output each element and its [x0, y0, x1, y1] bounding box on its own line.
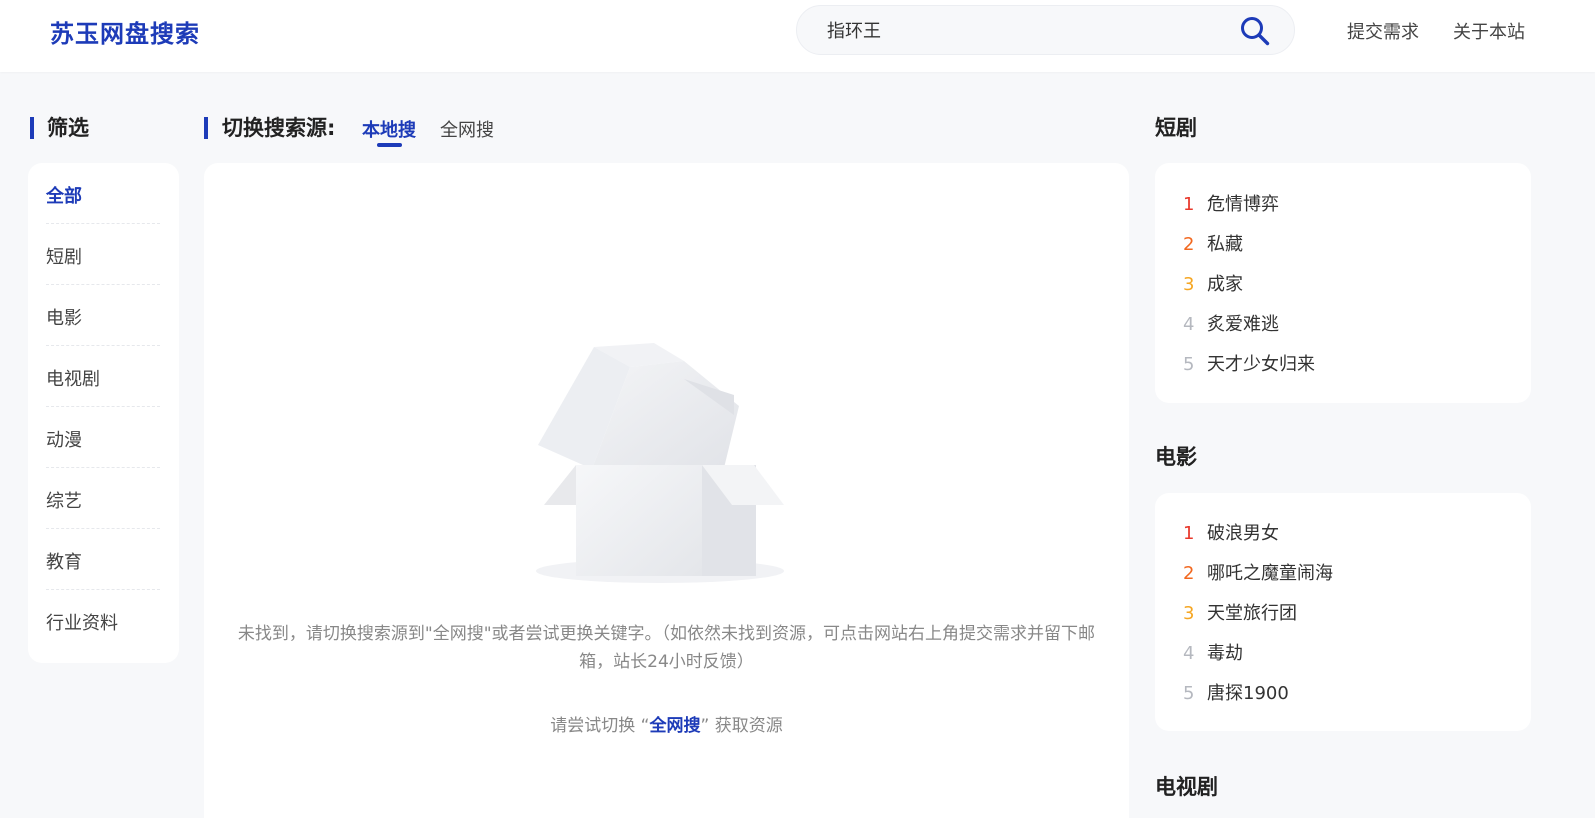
ranking-item[interactable]: 2 私藏 — [1183, 230, 1243, 256]
rank-number: 5 — [1183, 683, 1195, 704]
header: 苏玉网盘搜索 提交需求 关于本站 — [0, 0, 1595, 72]
source-title: 切换搜索源: — [222, 116, 336, 140]
search-input[interactable] — [827, 6, 1207, 54]
rank-title: 私藏 — [1207, 234, 1243, 255]
rank-number: 3 — [1183, 603, 1195, 624]
rank-number: 1 — [1183, 194, 1195, 215]
site-logo[interactable]: 苏玉网盘搜索 — [50, 14, 200, 49]
rank-title: 哪吒之魔童闹海 — [1207, 563, 1333, 584]
results-panel: 未找到，请切换搜索源到"全网搜"或者尝试更换关键字。（如依然未找到资源，可点击网… — [204, 163, 1129, 818]
tab-local-search[interactable]: 本地搜 — [362, 116, 416, 142]
ranking-panel-movie: 1 破浪男女 2 哪吒之魔童闹海 3 天堂旅行团 4 毒劫 5 唐探1900 — [1155, 493, 1531, 731]
tab-web-search[interactable]: 全网搜 — [440, 116, 494, 142]
filter-item-anime[interactable]: 动漫 — [46, 407, 160, 468]
ranking-item[interactable]: 1 破浪男女 — [1183, 519, 1279, 545]
rank-title: 成家 — [1207, 274, 1243, 295]
filter-item-short-drama[interactable]: 短剧 — [46, 224, 160, 285]
empty-result-message: 未找到，请切换搜索源到"全网搜"或者尝试更换关键字。（如依然未找到资源，可点击网… — [237, 624, 1096, 672]
filter-panel: 全部 短剧 电影 电视剧 动漫 综艺 教育 行业资料 — [28, 163, 179, 663]
ranking-item[interactable]: 4 毒劫 — [1183, 639, 1243, 665]
filter-item-variety[interactable]: 综艺 — [46, 468, 160, 529]
empty-box-icon — [536, 343, 784, 583]
source-title-bar — [204, 117, 208, 139]
rank-title: 天才少女归来 — [1207, 354, 1315, 375]
ranking-item[interactable]: 3 成家 — [1183, 270, 1243, 296]
nav-about[interactable]: 关于本站 — [1453, 18, 1525, 44]
ranking-item[interactable]: 3 天堂旅行团 — [1183, 599, 1297, 625]
rank-number: 3 — [1183, 274, 1195, 295]
search-box — [796, 5, 1295, 55]
switch-source-hint: 请尝试切换 “全网搜” 获取资源 — [204, 711, 1129, 736]
rank-title: 天堂旅行团 — [1207, 603, 1297, 624]
ranking-title-tv-series: 电视剧 — [1155, 775, 1218, 799]
rank-title: 炙爱难逃 — [1207, 314, 1279, 335]
search-icon[interactable] — [1239, 15, 1271, 47]
active-tab-indicator — [377, 143, 402, 147]
filter-item-industry-docs[interactable]: 行业资料 — [46, 590, 160, 651]
rank-title: 毒劫 — [1207, 643, 1243, 664]
rank-number: 4 — [1183, 314, 1195, 335]
hint-suffix: ” 获取资源 — [700, 716, 783, 736]
filter-title-bar — [30, 117, 34, 139]
filter-item-tv-series[interactable]: 电视剧 — [46, 346, 160, 407]
rank-number: 5 — [1183, 354, 1195, 375]
rank-title: 危情博弈 — [1207, 194, 1279, 215]
ranking-item[interactable]: 2 哪吒之魔童闹海 — [1183, 559, 1333, 585]
ranking-title-short-drama: 短剧 — [1155, 116, 1197, 140]
filter-item-all[interactable]: 全部 — [46, 163, 160, 224]
filter-title: 筛选 — [47, 116, 89, 140]
rank-title: 破浪男女 — [1207, 523, 1279, 544]
nav-submit-request[interactable]: 提交需求 — [1347, 18, 1419, 44]
rank-number: 4 — [1183, 643, 1195, 664]
hint-web-search-link[interactable]: 全网搜 — [650, 716, 701, 736]
ranking-item[interactable]: 5 天才少女归来 — [1183, 350, 1315, 376]
filter-item-movie[interactable]: 电影 — [46, 285, 160, 346]
rank-number: 1 — [1183, 523, 1195, 544]
filter-item-education[interactable]: 教育 — [46, 529, 160, 590]
ranking-title-movie: 电影 — [1155, 445, 1197, 469]
ranking-item[interactable]: 5 唐探1900 — [1183, 679, 1289, 705]
ranking-item[interactable]: 1 危情博弈 — [1183, 190, 1279, 216]
rank-number: 2 — [1183, 563, 1195, 584]
ranking-item[interactable]: 4 炙爱难逃 — [1183, 310, 1279, 336]
hint-prefix: 请尝试切换 “ — [550, 716, 650, 736]
rank-number: 2 — [1183, 234, 1195, 255]
ranking-panel-short-drama: 1 危情博弈 2 私藏 3 成家 4 炙爱难逃 5 天才少女归来 — [1155, 163, 1531, 403]
rank-title: 唐探1900 — [1207, 683, 1289, 704]
